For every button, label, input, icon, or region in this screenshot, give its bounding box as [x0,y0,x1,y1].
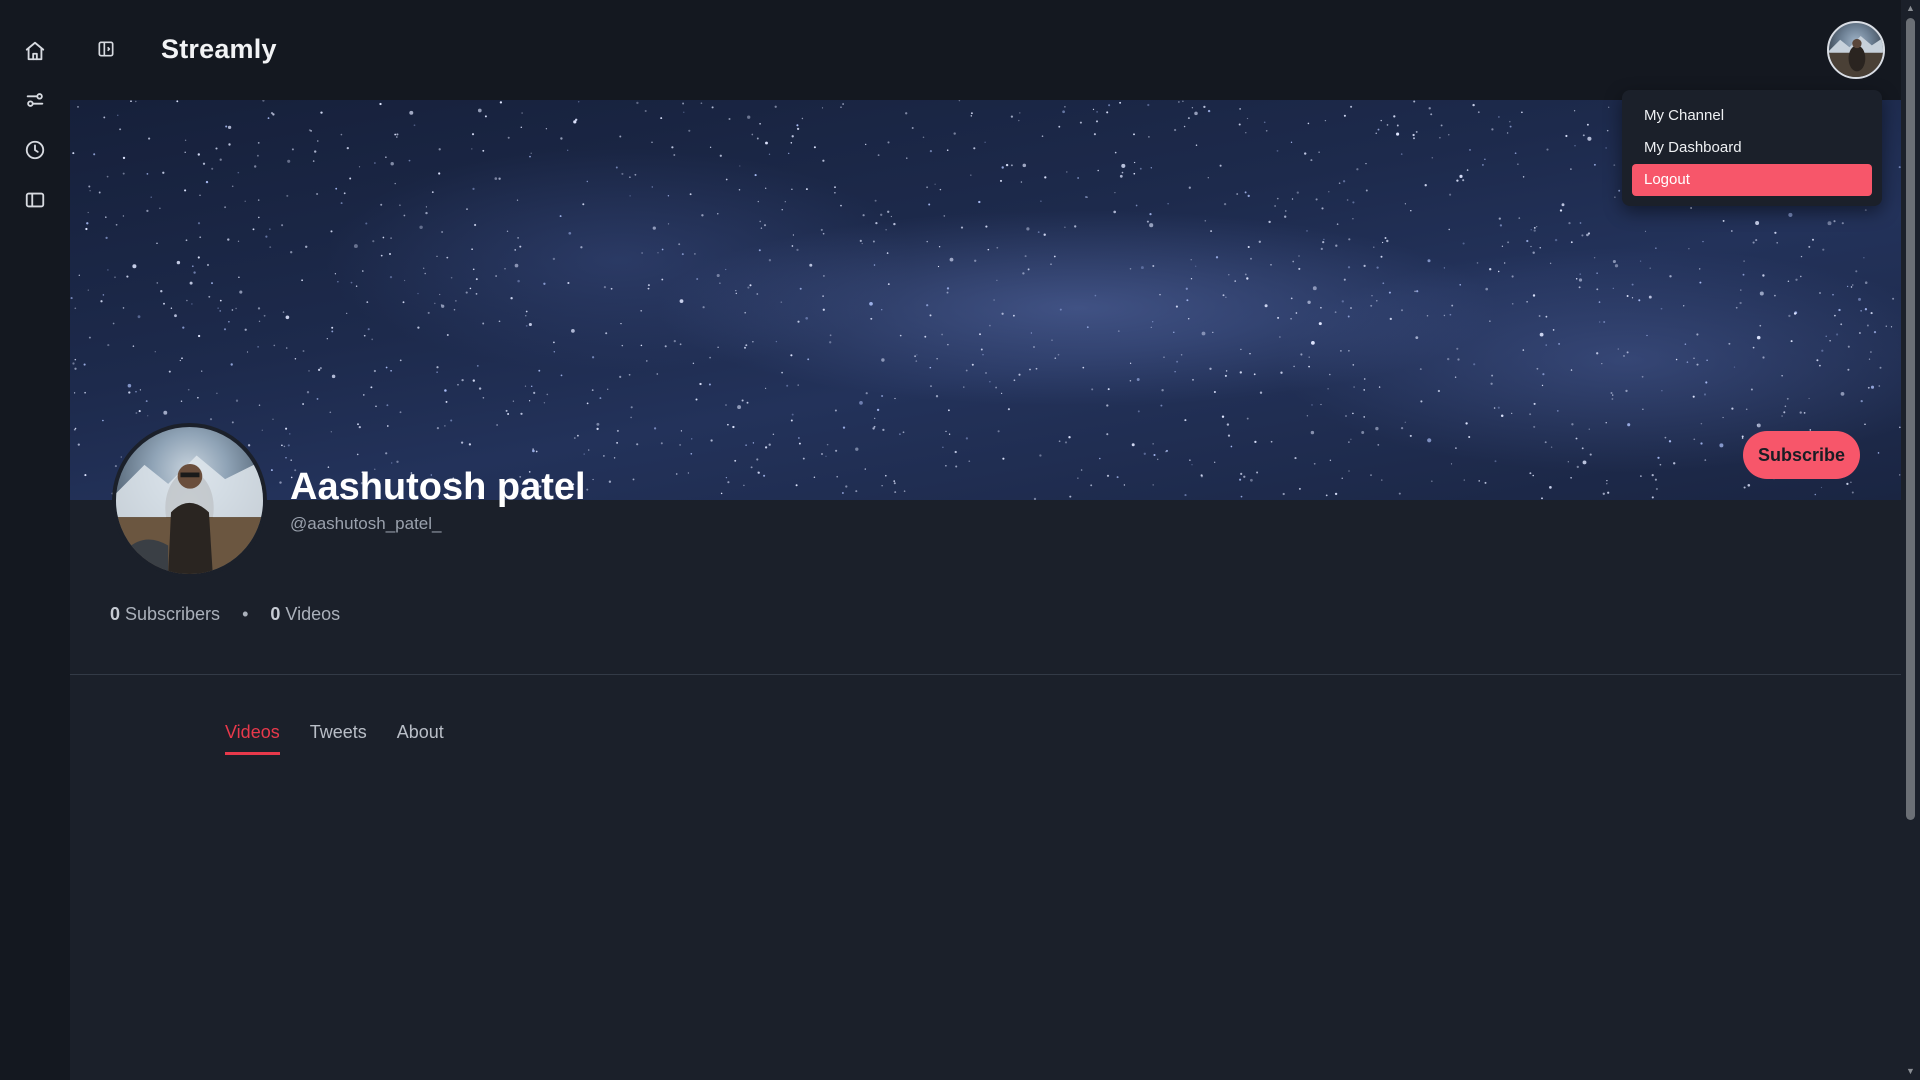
tab-videos[interactable]: Videos [225,722,280,755]
scroll-up-arrow-icon[interactable]: ▲ [1905,3,1916,14]
top-header: Streamly [70,0,1901,100]
brand-title[interactable]: Streamly [161,34,277,65]
menu-item-logout[interactable]: Logout [1632,164,1872,196]
subscribe-button[interactable]: Subscribe [1743,431,1860,479]
videos-label: Videos [285,604,341,624]
channel-avatar [112,423,267,578]
channel-name: Aashutosh patel [290,466,586,508]
channel-handle: @aashutosh_patel_ [290,514,442,533]
tab-tweets[interactable]: Tweets [310,722,367,755]
section-divider [70,674,1901,675]
menu-item-my-dashboard[interactable]: My Dashboard [1632,132,1872,164]
app-root: Streamly My Channel My Dashboard Logout … [0,0,1920,1080]
channel-tabs: Videos Tweets About [225,722,444,755]
user-avatar[interactable] [1827,21,1885,79]
subscribers-label: Subscribers [125,604,221,624]
clock-icon[interactable] [19,134,51,166]
panel-icon[interactable] [19,184,51,216]
scrollbar-thumb[interactable] [1906,18,1915,820]
stats-separator: • [242,604,249,624]
home-icon[interactable] [19,35,51,67]
icon-rail [0,0,70,1080]
user-dropdown-menu: My Channel My Dashboard Logout [1622,90,1882,206]
videos-count: 0 [270,604,281,624]
sidebar-toggle-icon[interactable] [94,37,118,61]
menu-item-my-channel[interactable]: My Channel [1632,100,1872,132]
page-scrollbar[interactable]: ▲ ▼ [1901,0,1920,1080]
tab-about[interactable]: About [397,722,444,755]
channel-stats: 0 Subscribers • 0 Videos [110,604,340,625]
sliders-icon[interactable] [19,84,51,116]
scroll-down-arrow-icon[interactable]: ▼ [1905,1066,1916,1077]
subscribers-count: 0 [110,604,121,624]
